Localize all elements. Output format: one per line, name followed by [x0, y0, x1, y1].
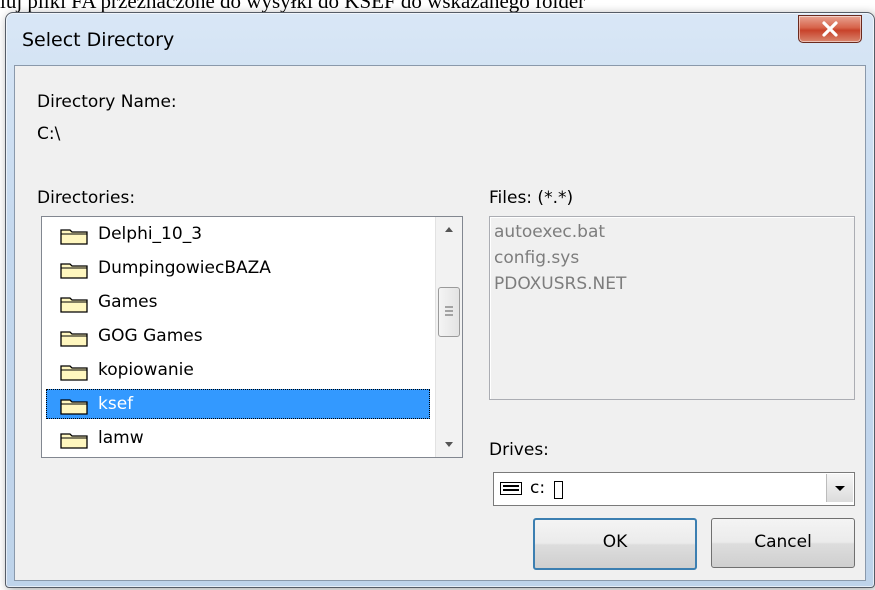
close-icon	[822, 21, 838, 37]
directory-item[interactable]: lamw	[46, 423, 430, 453]
directory-item[interactable]: Games	[46, 287, 430, 317]
grip-icon	[445, 306, 453, 316]
file-item: config.sys	[494, 248, 580, 268]
folder-icon	[60, 365, 88, 381]
drives-dropdown[interactable]: c:	[493, 472, 855, 506]
text-caret	[554, 481, 563, 499]
directories-listbox[interactable]: Delphi_10_3 DumpingowiecBAZA Games GOG Game…	[41, 216, 463, 458]
directory-item-label: DumpingowiecBAZA	[98, 258, 271, 278]
directory-item-label: GOG Games	[98, 326, 203, 346]
directory-item-label: lamw	[98, 428, 144, 448]
directories-label: Directories:	[37, 188, 136, 208]
file-item: PDOXUSRS.NET	[494, 274, 627, 294]
directories-scrollbar[interactable]	[435, 217, 462, 457]
folder-icon	[60, 331, 88, 347]
drive-value: c:	[530, 478, 546, 498]
directory-item[interactable]: Delphi_10_3	[46, 219, 430, 249]
ok-button[interactable]: OK	[533, 518, 697, 570]
directory-item[interactable]: kopiowanie	[46, 355, 430, 385]
chevron-down-icon	[835, 486, 845, 491]
select-directory-dialog: Select Directory Directory Name: C:\ Dir…	[5, 12, 875, 588]
arrow-down-icon	[445, 442, 453, 447]
folder-icon	[60, 263, 88, 279]
scroll-up-arrow[interactable]	[436, 217, 462, 243]
directory-item[interactable]: DumpingowiecBAZA	[46, 253, 430, 283]
directory-name-label: Directory Name:	[37, 92, 177, 112]
folder-icon	[60, 399, 88, 415]
arrow-up-icon	[445, 227, 453, 232]
dropdown-button[interactable]	[826, 474, 853, 502]
close-button[interactable]	[798, 15, 862, 43]
scroll-down-arrow[interactable]	[436, 431, 462, 457]
cancel-button[interactable]: Cancel	[711, 518, 855, 568]
directory-item-label: Delphi_10_3	[98, 224, 203, 244]
folder-icon	[60, 297, 88, 313]
directory-item-label: Games	[98, 292, 158, 312]
drives-label: Drives:	[489, 440, 549, 460]
files-listbox: autoexec.bat config.sys PDOXUSRS.NET	[489, 216, 855, 400]
files-label: Files: (*.*)	[489, 188, 574, 208]
dialog-client-area: Directory Name: C:\ Directories: Delphi_…	[14, 65, 866, 581]
title-bar[interactable]: Select Directory	[6, 13, 874, 65]
directory-item-label: kopiowanie	[98, 360, 194, 380]
scroll-thumb[interactable]	[438, 287, 460, 337]
directory-item[interactable]: ksef	[46, 389, 430, 419]
file-item: autoexec.bat	[494, 222, 606, 242]
directory-item-label: ksef	[98, 394, 134, 414]
directories-list: Delphi_10_3 DumpingowiecBAZA Games GOG Game…	[42, 217, 434, 457]
folder-icon	[60, 433, 88, 449]
window-title: Select Directory	[22, 29, 175, 51]
folder-icon	[60, 229, 88, 245]
background-document-text: luj pliki FA przeznaczone do wysyłki do …	[0, 0, 586, 12]
drive-icon	[500, 482, 522, 495]
directory-name-value: C:\	[37, 124, 61, 144]
directory-item[interactable]: GOG Games	[46, 321, 430, 351]
